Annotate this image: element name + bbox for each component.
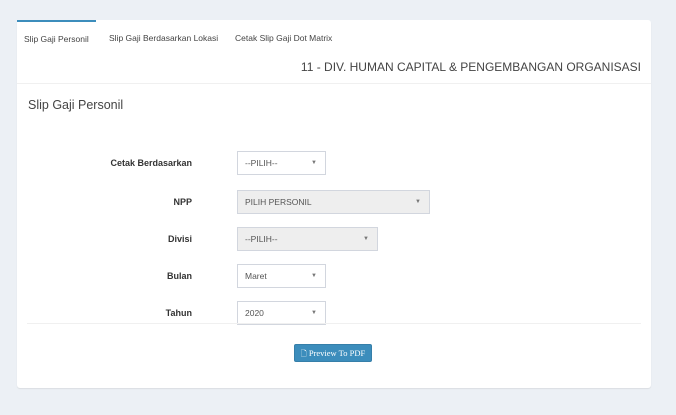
divisi-value: --PILIH--	[245, 234, 278, 244]
chevron-down-icon: ▼	[415, 199, 421, 205]
cetak-berdasarkan-value: --PILIH--	[245, 158, 278, 168]
form-footer-divider	[27, 323, 641, 324]
tab-slip-gaji-lokasi[interactable]: Slip Gaji Berdasarkan Lokasi	[109, 20, 218, 50]
tahun-label: Tahun	[165, 308, 192, 318]
chevron-down-icon: ▼	[311, 273, 317, 279]
division-label: 11 - DIV. HUMAN CAPITAL & PENGEMBANGAN O…	[300, 60, 641, 74]
chevron-down-icon: ▼	[363, 236, 369, 242]
tab-bar: Slip Gaji Personil Slip Gaji Berdasarkan…	[17, 20, 651, 50]
chevron-down-icon: ▼	[311, 160, 317, 166]
tahun-value: 2020	[245, 308, 264, 318]
main-panel: Slip Gaji Personil Slip Gaji Berdasarkan…	[17, 20, 651, 388]
bulan-label: Bulan	[166, 271, 192, 281]
chevron-down-icon: ▼	[311, 310, 317, 316]
preview-to-pdf-button[interactable]: 🗋 Preview To PDF	[294, 344, 372, 362]
tab-cetak-dot-matrix[interactable]: Cetak Slip Gaji Dot Matrix	[235, 20, 332, 50]
cetak-berdasarkan-label: Cetak Berdasarkan	[110, 158, 192, 168]
cetak-berdasarkan-select[interactable]: --PILIH-- ▼	[237, 151, 326, 175]
preview-to-pdf-label: Preview To PDF	[308, 348, 366, 358]
npp-select[interactable]: PILIH PERSONIL ▼	[237, 190, 430, 214]
divisi-label: Divisi	[167, 234, 192, 244]
header-divider	[17, 83, 651, 84]
bulan-value: Maret	[245, 271, 267, 281]
tahun-select[interactable]: 2020 ▼	[237, 301, 326, 325]
form-title: Slip Gaji Personil	[28, 98, 124, 112]
npp-value: PILIH PERSONIL	[245, 197, 312, 207]
tab-slip-gaji-personil[interactable]: Slip Gaji Personil	[17, 20, 96, 52]
divisi-select[interactable]: --PILIH-- ▼	[237, 227, 378, 251]
npp-label: NPP	[173, 197, 192, 207]
bulan-select[interactable]: Maret ▼	[237, 264, 326, 288]
pdf-file-icon: 🗋	[300, 349, 307, 358]
